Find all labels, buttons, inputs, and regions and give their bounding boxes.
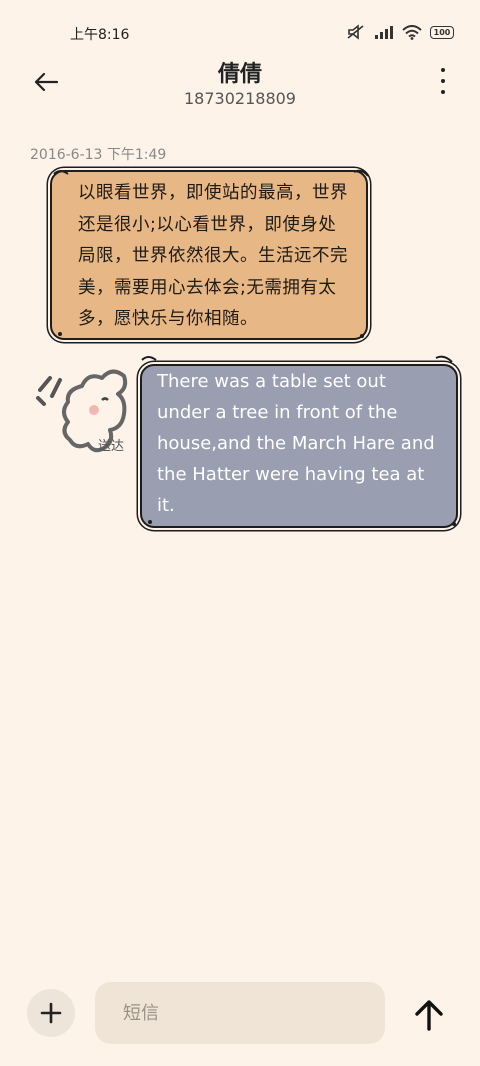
- signal-icon: [375, 26, 393, 39]
- message-timestamp: 2016-6-13 下午1:49: [30, 147, 167, 163]
- battery-icon: 100: [430, 25, 454, 39]
- wifi-icon: [402, 24, 422, 40]
- delivery-status: 送达: [98, 439, 125, 454]
- message-input[interactable]: [121, 1001, 365, 1025]
- mute-icon: [347, 24, 364, 40]
- add-attachment-button[interactable]: [27, 989, 75, 1037]
- bubble-corner-decoration: [141, 355, 456, 526]
- more-vertical-icon: [441, 68, 445, 72]
- send-arrow-icon: [415, 1000, 443, 1031]
- status-icons: 100: [346, 24, 454, 40]
- bunny-sticker: [36, 369, 128, 453]
- plus-icon: [40, 1002, 62, 1024]
- send-button[interactable]: [408, 994, 450, 1036]
- bubble-corner-decoration: [53, 169, 369, 338]
- message-input-box[interactable]: [95, 982, 385, 1044]
- contact-name: 倩倩: [217, 62, 262, 87]
- contact-phone-number: 18730218809: [184, 89, 296, 108]
- more-options-button[interactable]: [436, 68, 450, 94]
- status-time: 上午8:16: [70, 27, 130, 43]
